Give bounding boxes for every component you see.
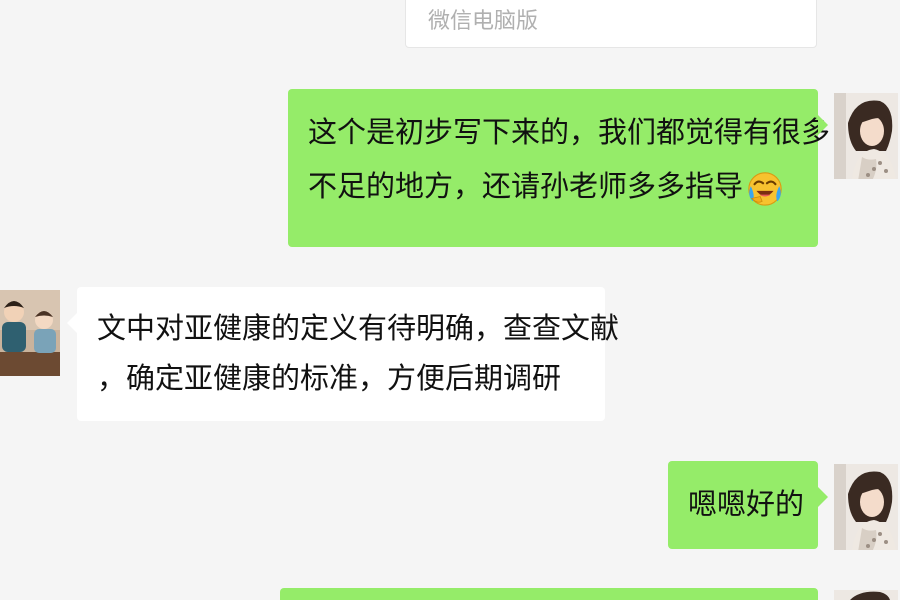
girl-portrait-icon	[834, 590, 898, 600]
message-text-line: 嗯嗯好的	[688, 487, 805, 521]
my-avatar[interactable]	[834, 590, 898, 600]
message-text-line: ，确定亚健康的标准，方便后期调研	[97, 361, 562, 395]
outgoing-message-bubble[interactable]: 这个是初步写下来的，我们都觉得有很多 不足的地方，还请孙老师多多指导	[288, 89, 831, 247]
outgoing-message-bubble[interactable]: 嗯嗯好的	[668, 461, 828, 549]
chat-area: 微信电脑版 这个是初步写下来的，我们都觉得有很多 不足的地方，还请孙老师多多指导	[0, 0, 900, 600]
bubble-tail	[818, 487, 828, 507]
message-text-line: 这个是初步写下来的，我们都觉得有很多	[308, 115, 831, 149]
incoming-message-bubble[interactable]: 文中对亚健康的定义有待明确，查查文献 ，确定亚健康的标准，方便后期调研	[67, 287, 620, 421]
girl-portrait-icon	[834, 93, 898, 179]
contact-avatar[interactable]	[0, 290, 60, 376]
my-avatar[interactable]	[834, 93, 898, 179]
message-text-line: 文中对亚健康的定义有待明确，查查文献	[97, 311, 620, 345]
message-text-line: 不足的地方，还请孙老师多多指导	[308, 159, 798, 213]
shared-card[interactable]: 微信电脑版	[405, 0, 817, 48]
outgoing-message-bubble[interactable]	[280, 588, 818, 600]
my-avatar[interactable]	[834, 464, 898, 550]
crying-laughing-face-icon	[748, 172, 782, 206]
bubble-tail	[818, 115, 828, 135]
children-photo-icon	[0, 290, 60, 376]
girl-portrait-icon	[834, 464, 898, 550]
card-source-label: 微信电脑版	[428, 9, 539, 34]
bubble-tail	[67, 313, 77, 333]
